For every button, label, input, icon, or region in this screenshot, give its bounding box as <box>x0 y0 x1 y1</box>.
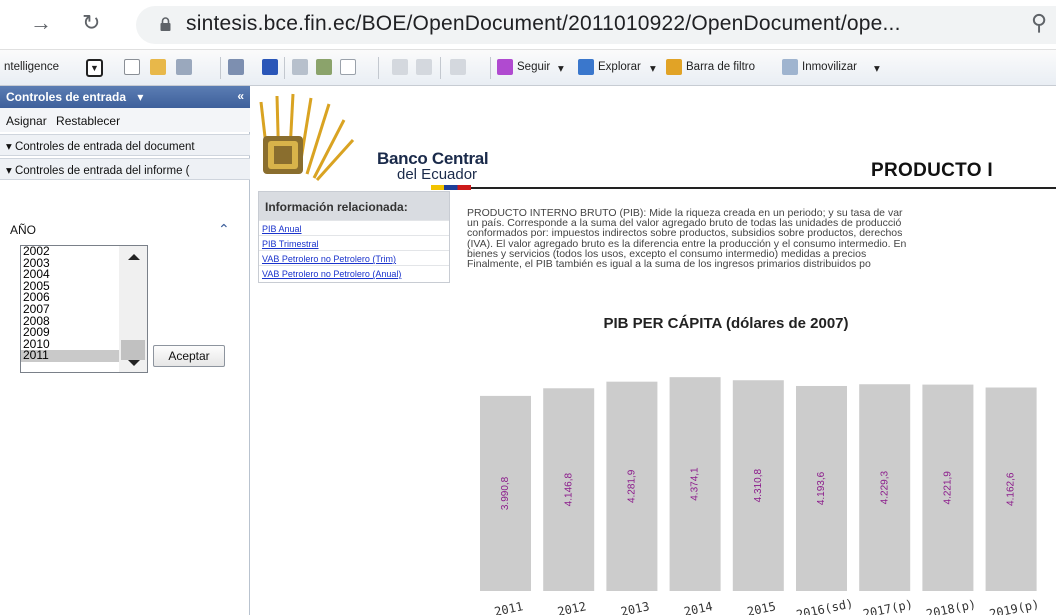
bar-value-label: 4.310,8 <box>753 469 764 503</box>
back-arrow-icon[interactable]: → <box>30 10 52 36</box>
section-label: Controles de entrada del informe ( <box>14 165 190 177</box>
report-controls-section[interactable]: ▾ Controles de entrada del informe ( <box>0 158 250 180</box>
chevron-down-icon[interactable]: ▾ <box>874 61 880 75</box>
report-title: PRODUCTO I <box>871 160 993 181</box>
track-changes-icon[interactable] <box>292 59 308 75</box>
panel-title: Controles de entrada <box>6 90 127 104</box>
year-control-label: AÑO <box>10 223 37 237</box>
description-line: Finalmente, el PIB también es igual a la… <box>467 258 871 271</box>
year-listbox[interactable]: 2002 2003 2004 2005 2006 2007 2008 2009 2010 2011 <box>20 245 148 373</box>
bar-value-label: 4.374,1 <box>690 467 701 501</box>
input-controls-panel: Controles de entrada ▾ « Asignar Restabl… <box>0 86 250 615</box>
assign-button[interactable]: Asignar <box>6 114 47 128</box>
x-tick-label: 2013 <box>619 599 650 615</box>
related-link-pib-anual[interactable]: PIB Anual <box>259 220 449 235</box>
track-icon[interactable] <box>497 59 513 75</box>
lock-icon <box>160 17 171 31</box>
pib-description: PRODUCTO INTERNO BRUTO (PIB): Mide la ri… <box>467 208 1056 271</box>
scroll-thumb[interactable] <box>121 340 145 360</box>
scroll-up-arrow-icon[interactable] <box>128 254 140 260</box>
scroll-down-arrow-icon[interactable] <box>128 360 140 366</box>
x-tick-label: 2015 <box>746 599 777 615</box>
panel-header: Controles de entrada ▾ « <box>0 86 250 108</box>
toolbar-separator <box>440 57 441 79</box>
related-info-box: Información relacionada: PIB Anual PIB T… <box>258 191 450 283</box>
explorar-button[interactable]: Explorar <box>598 61 641 73</box>
reset-button[interactable]: Restablecer <box>56 114 120 128</box>
redo-icon[interactable] <box>416 59 432 75</box>
freeze-button[interactable]: Inmovilizar <box>802 61 857 73</box>
x-tick-label: 2014 <box>683 599 714 615</box>
bar-value-label: 4.229,3 <box>879 471 890 505</box>
accept-button[interactable]: Aceptar <box>153 345 225 367</box>
chart-title: PIB PER CÁPITA (dólares de 2007) <box>603 315 848 332</box>
section-label: Controles de entrada del document <box>14 141 195 153</box>
central-bank-logo <box>259 93 355 182</box>
bar-value-label: 4.162,6 <box>1006 472 1017 506</box>
save-icon[interactable] <box>176 59 192 75</box>
export-icon[interactable] <box>316 59 332 75</box>
app-label: ntelligence <box>4 61 59 73</box>
header-divider <box>461 187 1056 189</box>
open-folder-icon[interactable] <box>150 59 166 75</box>
flag-stripe <box>431 185 471 190</box>
x-tick-label: 2011 <box>493 599 524 615</box>
chevron-down-icon[interactable]: ▾ <box>137 90 143 104</box>
related-link-pib-trimestral[interactable]: PIB Trimestral <box>259 235 449 250</box>
bar-value-label: 4.221,9 <box>943 471 954 505</box>
browser-address-bar: → ↻ sintesis.bce.fin.ec/BOE/OpenDocument… <box>0 0 1056 50</box>
new-document-icon[interactable] <box>124 59 140 75</box>
toolbar-separator <box>490 57 491 79</box>
x-tick-label: 2017(p) <box>862 597 914 615</box>
print-icon[interactable] <box>228 59 244 75</box>
url-field[interactable]: sintesis.bce.fin.ec/BOE/OpenDocument/201… <box>136 6 1056 44</box>
toolbar-separator <box>284 57 285 79</box>
app-menu-dropdown-button[interactable]: ▼ <box>86 59 103 77</box>
bank-name-secondary: del Ecuador <box>397 166 478 183</box>
undo-icon[interactable] <box>392 59 408 75</box>
bar-value-label: 4.146,8 <box>563 473 574 507</box>
bar-value-label: 4.193,6 <box>816 471 827 505</box>
panel-actions: Asignar Restablecer <box>0 108 250 132</box>
pib-per-capita-chart: PIB PER CÁPITA (dólares de 2007) 3.990,8… <box>480 315 1040 615</box>
x-tick-label: 2012 <box>556 599 587 615</box>
toolbar-separator <box>220 57 221 79</box>
seguir-button[interactable]: Seguir <box>517 61 550 73</box>
bar-value-label: 3.990,8 <box>500 476 511 510</box>
collapse-panel-icon[interactable]: « <box>237 89 244 103</box>
related-link-vab-anual[interactable]: VAB Petrolero no Petrolero (Anual) <box>259 265 449 280</box>
freeze-icon[interactable] <box>782 59 798 75</box>
expand-triangle-icon: ▾ <box>6 165 12 177</box>
chevron-down-icon[interactable]: ▾ <box>650 61 656 75</box>
reload-icon[interactable]: ↻ <box>82 10 100 36</box>
url-text: sintesis.bce.fin.ec/BOE/OpenDocument/201… <box>186 12 901 35</box>
x-tick-label: 2019(p) <box>988 597 1040 615</box>
filter-icon[interactable] <box>666 59 682 75</box>
listbox-scrollbar[interactable] <box>119 246 147 372</box>
double-chevron-up-icon[interactable]: ⌃ <box>218 221 230 238</box>
expand-triangle-icon: ▾ <box>6 141 12 153</box>
document-controls-section[interactable]: ▾ Controles de entrada del document <box>0 134 250 156</box>
refresh-icon[interactable] <box>450 59 466 75</box>
x-tick-label: 2016(sd) <box>795 596 854 615</box>
bar-value-label: 4.281,9 <box>627 469 638 503</box>
zoom-icon[interactable]: ⚲ <box>1031 10 1047 36</box>
find-icon[interactable] <box>262 59 278 75</box>
filter-bar-button[interactable]: Barra de filtro <box>686 61 755 73</box>
email-icon[interactable] <box>340 59 356 75</box>
toolbar-separator <box>378 57 379 79</box>
explore-icon[interactable] <box>578 59 594 75</box>
related-info-heading: Información relacionada: <box>259 192 449 220</box>
related-link-vab-trim[interactable]: VAB Petrolero no Petrolero (Trim) <box>259 250 449 265</box>
chevron-down-icon[interactable]: ▾ <box>558 61 564 75</box>
app-toolbar: ntelligence ▼ Seguir ▾ Explorar ▾ Barra … <box>0 50 1056 86</box>
x-tick-label: 2018(p) <box>925 597 977 615</box>
report-area: Banco Central del Ecuador PRODUCTO I Inf… <box>251 86 1056 615</box>
